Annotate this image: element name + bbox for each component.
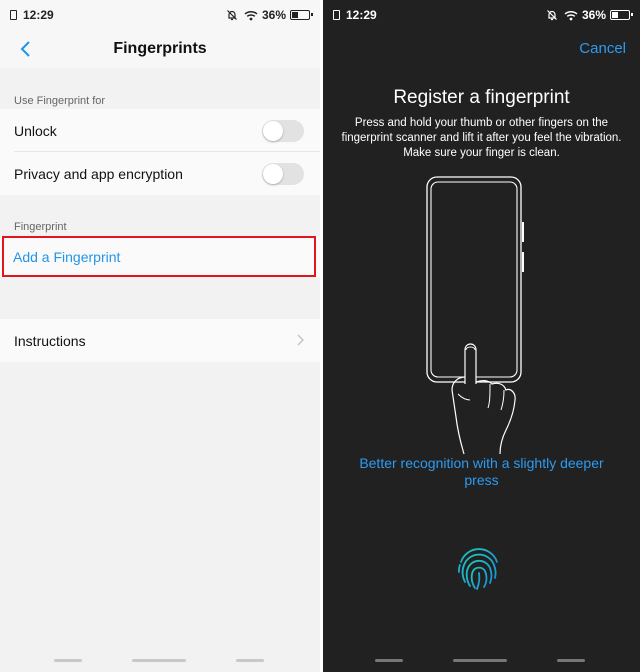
unlock-row: Unlock [0,109,320,152]
sim-icon [10,10,17,20]
register-title: Register a fingerprint [393,87,570,108]
mute-icon [227,10,237,21]
nav-pill-left[interactable] [54,659,82,662]
cancel-button[interactable]: Cancel [579,40,626,57]
status-time: 12:29 [346,8,377,22]
fingerprints-settings-screen: 12:29 36% Fingerprints Use Fingerprint f… [0,0,320,672]
sim-icon [333,10,340,20]
battery-percent: 36% [261,8,286,22]
wifi-icon [564,10,578,20]
status-time: 12:29 [23,8,54,22]
back-button[interactable] [12,36,38,62]
wifi-icon [244,10,258,20]
chevron-right-icon [297,334,304,346]
privacy-label: Privacy and app encryption [14,165,183,182]
chevron-left-icon [20,41,30,57]
nav-pill-home[interactable] [132,659,186,662]
header-bar: Fingerprints [0,30,320,68]
recognition-hint: Better recognition with a slightly deepe… [359,455,604,488]
section-label-fingerprint: Fingerprint [14,221,67,233]
nav-pill-right[interactable] [236,659,264,662]
register-description: Press and hold your thumb or other finge… [341,117,622,159]
phone-hand-illustration [426,176,524,455]
battery-percent: 36% [581,8,606,22]
nav-pill-left[interactable] [375,659,403,662]
privacy-row: Privacy and app encryption [0,152,320,195]
status-bar: 12:29 36% [0,0,320,30]
instructions-label: Instructions [14,332,86,349]
nav-pill-home[interactable] [453,659,507,662]
status-bar: 12:29 36% [323,0,640,30]
highlight-box [2,236,316,277]
battery-icon [610,10,633,20]
unlock-label: Unlock [14,122,57,139]
unlock-toggle[interactable] [262,120,304,142]
instructions-row[interactable]: Instructions [0,319,320,362]
fingerprint-icon[interactable] [454,542,504,592]
privacy-toggle[interactable] [262,163,304,185]
section-label-use-fingerprint: Use Fingerprint for [14,95,106,107]
page-title: Fingerprints [113,40,207,57]
mute-icon [547,10,557,21]
register-fingerprint-screen: 12:29 36% Cancel Register a fingerprint … [323,0,640,672]
battery-icon [290,10,313,20]
nav-pill-right[interactable] [557,659,585,662]
